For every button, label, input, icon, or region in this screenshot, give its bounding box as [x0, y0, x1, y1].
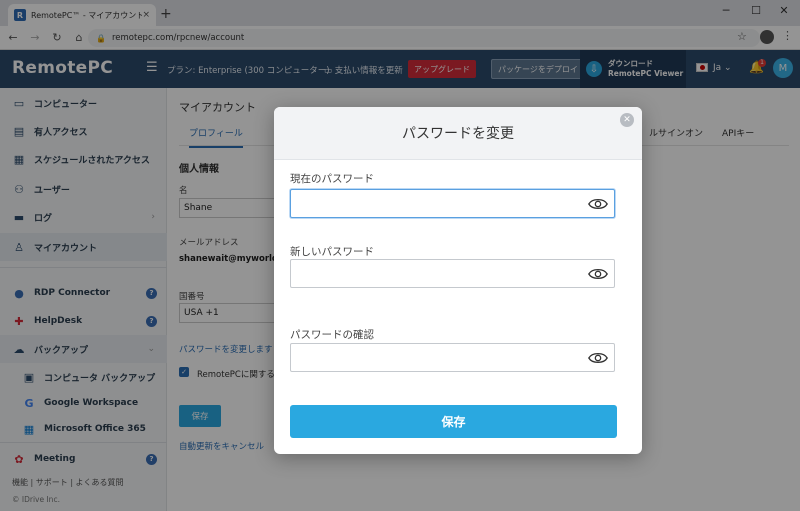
change-password-dialog: パスワードを変更 ✕ 現在のパスワード 新しいパスワード パスワードの確認 保存: [274, 107, 642, 454]
show-password-eye-icon[interactable]: [588, 265, 608, 283]
dialog-title: パスワードを変更: [402, 126, 514, 142]
show-password-eye-icon[interactable]: [588, 349, 608, 367]
confirm-password-label: パスワードの確認: [290, 329, 374, 341]
new-password-label: 新しいパスワード: [290, 246, 374, 258]
dialog-header: パスワードを変更: [274, 107, 642, 160]
confirm-password-field[interactable]: [290, 343, 615, 372]
close-icon[interactable]: ✕: [620, 113, 634, 127]
current-password-label: 現在のパスワード: [290, 173, 374, 185]
current-password-field[interactable]: [290, 189, 615, 218]
new-password-field[interactable]: [290, 259, 615, 288]
show-password-eye-icon[interactable]: [588, 195, 608, 213]
save-password-button[interactable]: 保存: [290, 405, 617, 438]
